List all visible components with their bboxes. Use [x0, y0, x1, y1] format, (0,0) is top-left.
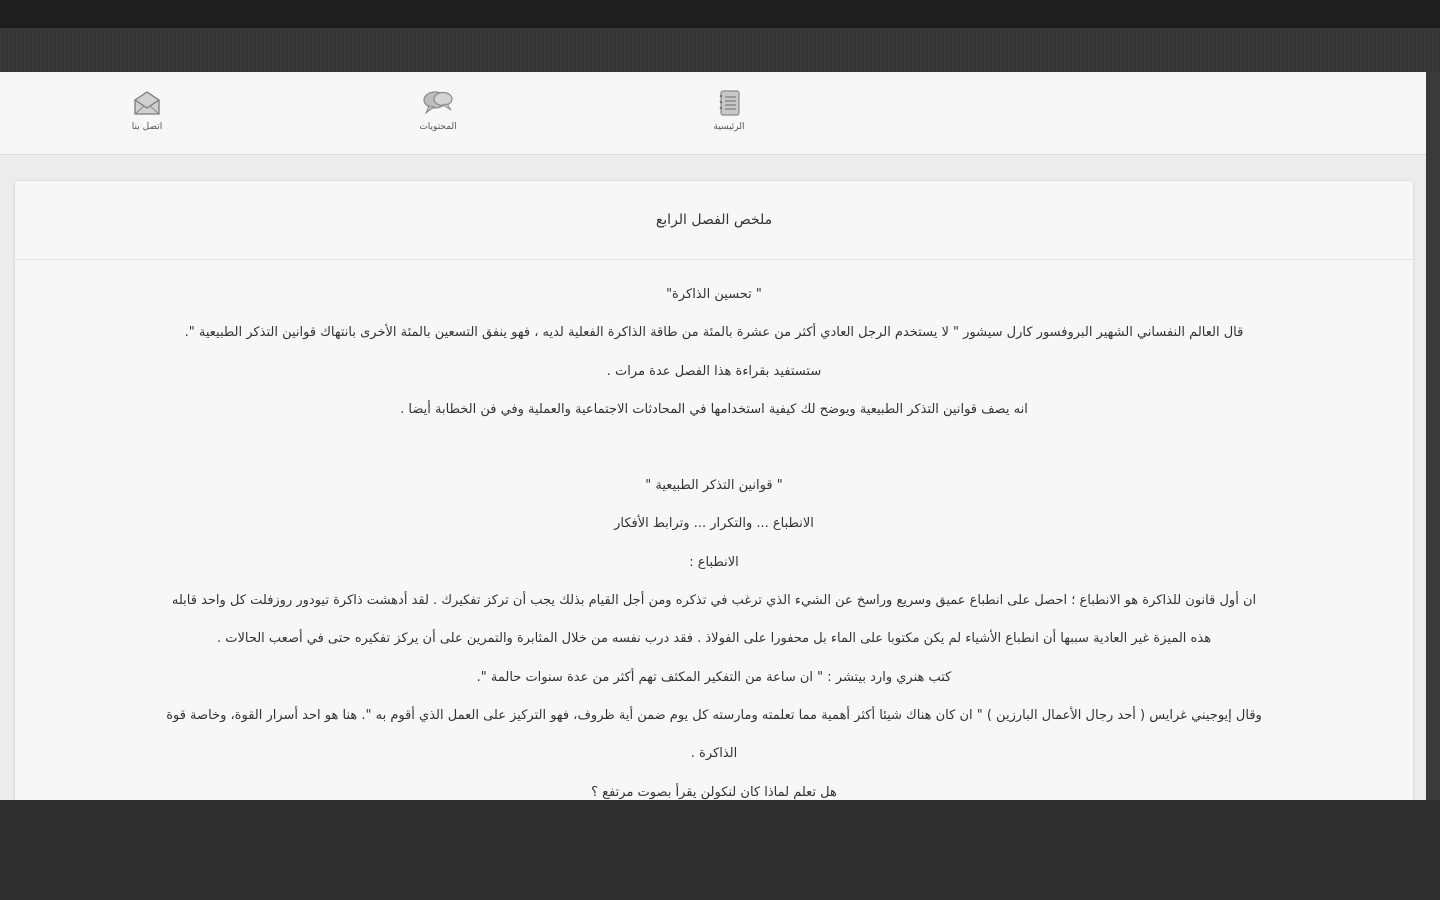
nav-item-contact[interactable]: اتصل بنا — [92, 88, 202, 132]
text-line: كتب هنري وارد بيتشر : " ان ساعة من التفك… — [476, 669, 952, 685]
nav-item-home-label: الرئيسية — [713, 122, 745, 132]
status-bar — [0, 0, 1440, 28]
action-bar — [0, 28, 1440, 72]
nav-item-contact-label: اتصل بنا — [131, 122, 163, 132]
app-window: الرئيسية المحتويات اتصل بنا ملخص الفصل ا… — [0, 72, 1426, 800]
text-line: ان أول قانون للذاكرة هو الانطباع ؛ احصل … — [171, 593, 1257, 609]
nav-item-contents[interactable]: المحتويات — [383, 88, 493, 132]
text-line: هذه الميزة غير العادية سببها أن انطباع ا… — [216, 631, 1212, 647]
text-line: ستستفيد بقراءة هذا الفصل عدة مرات . — [606, 363, 822, 379]
chat-bubbles-icon — [423, 91, 453, 115]
chapter-card: ملخص الفصل الرابع " تحسين الذاكرة" قال ا… — [14, 180, 1414, 800]
text-line: قال العالم النفساني الشهير البروفسور كار… — [184, 325, 1244, 341]
chapter-text: " تحسين الذاكرة" قال العالم النفساني الش… — [15, 276, 1413, 800]
text-line: انه يصف قوانين التذكر الطبيعية ويوضح لك … — [400, 401, 1028, 417]
notebook-icon — [719, 90, 740, 116]
card-title: ملخص الفصل الرابع — [655, 212, 773, 228]
text-line: الذاكرة . — [690, 746, 738, 762]
nav-item-contents-label: المحتويات — [419, 122, 457, 132]
text-line: " تحسين الذاكرة" — [666, 287, 762, 302]
bottom-area — [0, 800, 1440, 900]
text-line: الانطباع ... والتكرار ... وترابط الأفكار — [614, 516, 814, 532]
envelope-icon — [134, 91, 160, 115]
nav-item-home[interactable]: الرئيسية — [674, 88, 784, 132]
top-navigation: الرئيسية المحتويات اتصل بنا — [0, 72, 1426, 155]
text-line: الانطباع : — [689, 554, 739, 570]
text-line: هل تعلم لماذا كان لنكولن يقرأ بصوت مرتفع… — [591, 784, 837, 800]
text-line: " قوانين التذكر الطبيعية " — [645, 478, 783, 494]
scroll-gutter — [1426, 72, 1440, 800]
card-header: ملخص الفصل الرابع — [15, 181, 1413, 260]
text-line: وقال إيوجيني غرايس ( أحد رجال الأعمال ال… — [166, 707, 1262, 723]
